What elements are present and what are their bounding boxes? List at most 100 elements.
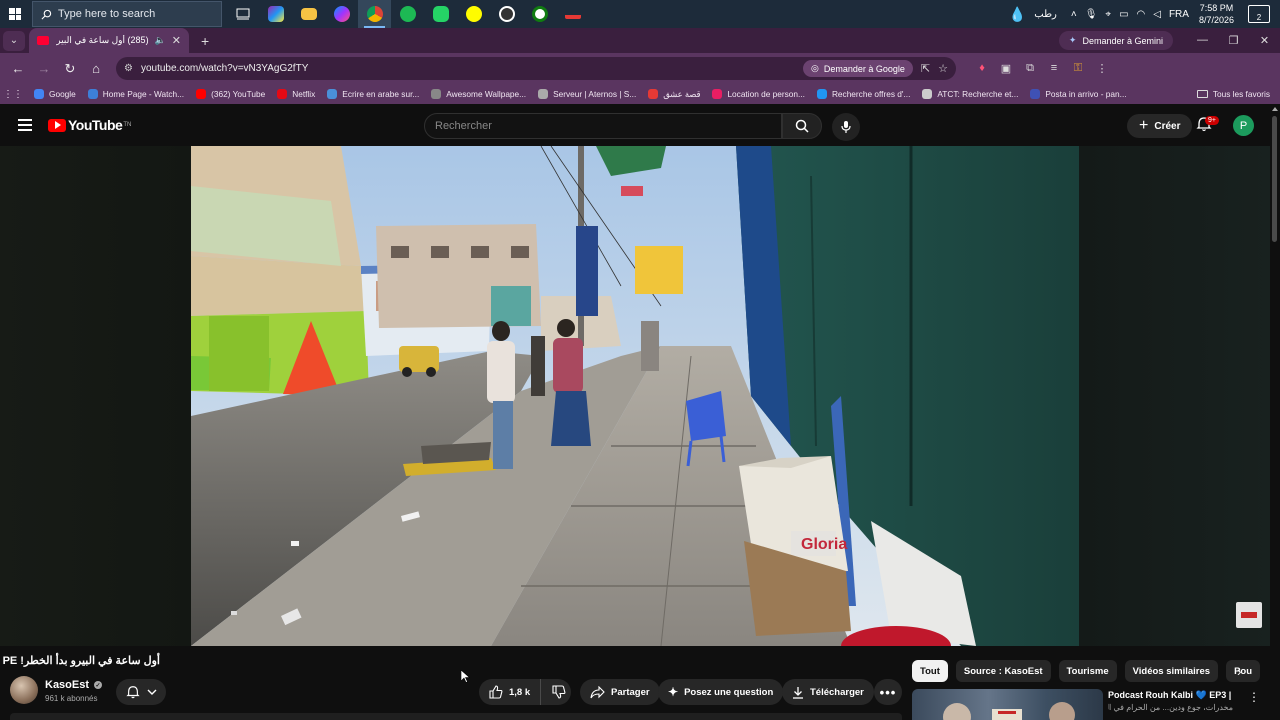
- like-button[interactable]: 1,8 k: [479, 679, 542, 705]
- bookmark-item[interactable]: Home Page - Watch...: [87, 89, 184, 99]
- chip-tourism[interactable]: Tourisme: [1058, 660, 1117, 682]
- bookmark-item[interactable]: قصة عشق: [648, 89, 700, 99]
- speaker-icon[interactable]: 🔈: [155, 35, 166, 46]
- chip-all[interactable]: Tout: [912, 660, 948, 682]
- extensions-puzzle-icon[interactable]: ⧉: [1018, 62, 1042, 75]
- weather-text: رطب: [1034, 8, 1057, 20]
- system-clock[interactable]: 7:58 PM 8/7/2026: [1199, 2, 1234, 26]
- more-actions-button[interactable]: •••: [874, 679, 902, 705]
- home-icon[interactable]: ⌂: [84, 61, 108, 76]
- ask-google-button[interactable]: ◎ Demander à Google: [802, 60, 913, 77]
- taskbar-search-box[interactable]: Type here to search: [32, 1, 222, 27]
- bookmark-item[interactable]: (362) YouTube: [196, 89, 265, 99]
- app-icon-media[interactable]: [259, 0, 292, 28]
- bookmark-item[interactable]: Netflix: [277, 89, 315, 99]
- reload-icon[interactable]: ↻: [58, 61, 82, 77]
- voice-search-button[interactable]: [832, 113, 860, 141]
- apps-grid-icon[interactable]: ⋮⋮: [0, 89, 26, 100]
- address-bar[interactable]: ⚙ youtube.com/watch?v=vN3YAgG2fTY ◎ Dema…: [116, 57, 956, 80]
- close-tab-icon[interactable]: ✕: [172, 34, 181, 47]
- bookmark-item[interactable]: Location de person...: [712, 89, 805, 99]
- recommendation-thumbnail[interactable]: [912, 689, 1103, 720]
- folder-icon: [1196, 90, 1208, 98]
- extension-box-icon[interactable]: ▣: [994, 62, 1018, 75]
- microphone-icon[interactable]: 🎙: [1085, 9, 1098, 20]
- dislike-button[interactable]: [541, 685, 583, 699]
- thumbs-down-icon: [552, 685, 566, 699]
- chrome-icon[interactable]: [358, 0, 391, 28]
- profile-key-icon[interactable]: ⚿: [1066, 62, 1090, 75]
- battery-icon[interactable]: ▭: [1119, 9, 1128, 20]
- bookmark-item[interactable]: Awesome Wallpape...: [431, 89, 526, 99]
- spotify-icon[interactable]: [391, 0, 424, 28]
- forward-arrow-icon[interactable]: →: [32, 61, 56, 76]
- share-button[interactable]: Partager: [580, 679, 660, 705]
- chevron-right-icon[interactable]: ›: [1237, 664, 1241, 679]
- windows-taskbar: Type here to search 💧 رطب ˄ 🎙 ⌖ ▭ ◠ ◁ FR…: [0, 0, 1280, 28]
- site-info-icon[interactable]: ⚙: [124, 63, 133, 74]
- bookmark-item[interactable]: Serveur | Aternos | S...: [538, 89, 636, 99]
- bookmark-item[interactable]: ATCT: Recherche et...: [922, 89, 1018, 99]
- more-vertical-icon[interactable]: ⋮: [1248, 690, 1260, 704]
- scrollbar-thumb[interactable]: [1272, 116, 1277, 242]
- bookmark-item[interactable]: Posta in arrivo - pan...: [1030, 89, 1127, 99]
- close-window-icon[interactable]: ✕: [1249, 34, 1280, 47]
- browser-tab-active[interactable]: (285) أول ساعة في البيرو بدأ 🔈 ✕: [29, 28, 189, 53]
- menu-hamburger-icon[interactable]: [18, 119, 32, 131]
- video-player[interactable]: Gloria: [191, 146, 1079, 646]
- thumbs-up-icon: [489, 685, 503, 699]
- volume-icon[interactable]: ◁: [1153, 9, 1161, 20]
- youtube-search-input[interactable]: Rechercher: [424, 113, 782, 139]
- download-button[interactable]: Télécharger: [782, 679, 874, 705]
- bookmark-item[interactable]: Recherche offres d'...: [816, 89, 910, 99]
- subscription-bell-button[interactable]: [116, 679, 166, 705]
- channel-name-link[interactable]: KasoEst ✓: [45, 679, 103, 691]
- create-button[interactable]: + Créer: [1127, 114, 1193, 138]
- bookmark-item[interactable]: Google: [34, 89, 76, 99]
- overlay-channel-logo[interactable]: [1236, 602, 1262, 628]
- install-app-icon[interactable]: ⇱: [921, 62, 930, 75]
- youtube-play-logo-icon: [48, 118, 66, 132]
- ask-question-button[interactable]: ✦ Posez une question: [658, 679, 784, 705]
- windows-logo-icon: [9, 8, 21, 20]
- weather-icon[interactable]: 💧: [1009, 6, 1026, 23]
- bookmark-star-icon[interactable]: ☆: [938, 62, 948, 75]
- all-bookmarks-button[interactable]: Tous les favoris: [1196, 89, 1270, 99]
- windows-start-button[interactable]: [0, 0, 30, 28]
- restore-icon[interactable]: ❐: [1218, 34, 1249, 47]
- new-tab-plus-icon[interactable]: +: [201, 33, 209, 49]
- account-avatar[interactable]: P: [1233, 115, 1254, 136]
- bookmark-item[interactable]: Ecrire en arabe sur...: [327, 89, 419, 99]
- scroll-up-arrow-icon[interactable]: [1272, 107, 1278, 111]
- youtube-search-button[interactable]: [782, 113, 822, 139]
- language-indicator[interactable]: FRA: [1169, 9, 1189, 20]
- recommendation-title[interactable]: Podcast Rouh Kalbi 💙 EP3 |: [1108, 690, 1233, 701]
- youtube-logo[interactable]: YouTube TN: [48, 117, 131, 133]
- subscriber-count: 961 k abonnés: [45, 694, 98, 703]
- messenger-icon[interactable]: [325, 0, 358, 28]
- chip-similar-videos[interactable]: Vidéos similaires: [1124, 660, 1219, 682]
- channel-avatar[interactable]: [10, 676, 38, 704]
- back-arrow-icon[interactable]: ←: [6, 61, 30, 76]
- task-view-icon[interactable]: [226, 0, 259, 28]
- page-scrollbar[interactable]: [1270, 104, 1280, 720]
- chevron-up-icon[interactable]: ˄: [1071, 9, 1077, 20]
- snapchat-icon[interactable]: [457, 0, 490, 28]
- location-icon[interactable]: ⌖: [1105, 9, 1111, 20]
- xbox-icon[interactable]: [523, 0, 556, 28]
- minimize-icon[interactable]: —: [1187, 34, 1218, 47]
- chip-for-you[interactable]: Pou: [1226, 660, 1260, 682]
- youtube-favicon-icon: [37, 36, 49, 45]
- tab-search-chevron-icon[interactable]: ⌄: [3, 30, 25, 51]
- more-menu-icon[interactable]: ⋮: [1090, 62, 1114, 75]
- whatsapp-icon[interactable]: [424, 0, 457, 28]
- file-explorer-icon[interactable]: [292, 0, 325, 28]
- app-icon-red[interactable]: [556, 0, 589, 28]
- reading-list-icon[interactable]: ≡: [1042, 62, 1066, 75]
- notification-center-icon[interactable]: 2: [1248, 5, 1270, 23]
- chip-source[interactable]: Source : KasoEst: [955, 660, 1051, 682]
- extension-red-icon[interactable]: ♦: [970, 62, 994, 75]
- app-icon-recorder[interactable]: [490, 0, 523, 28]
- ask-gemini-button[interactable]: ✦ Demander à Gemini: [1058, 31, 1173, 50]
- wifi-icon[interactable]: ◠: [1137, 9, 1146, 20]
